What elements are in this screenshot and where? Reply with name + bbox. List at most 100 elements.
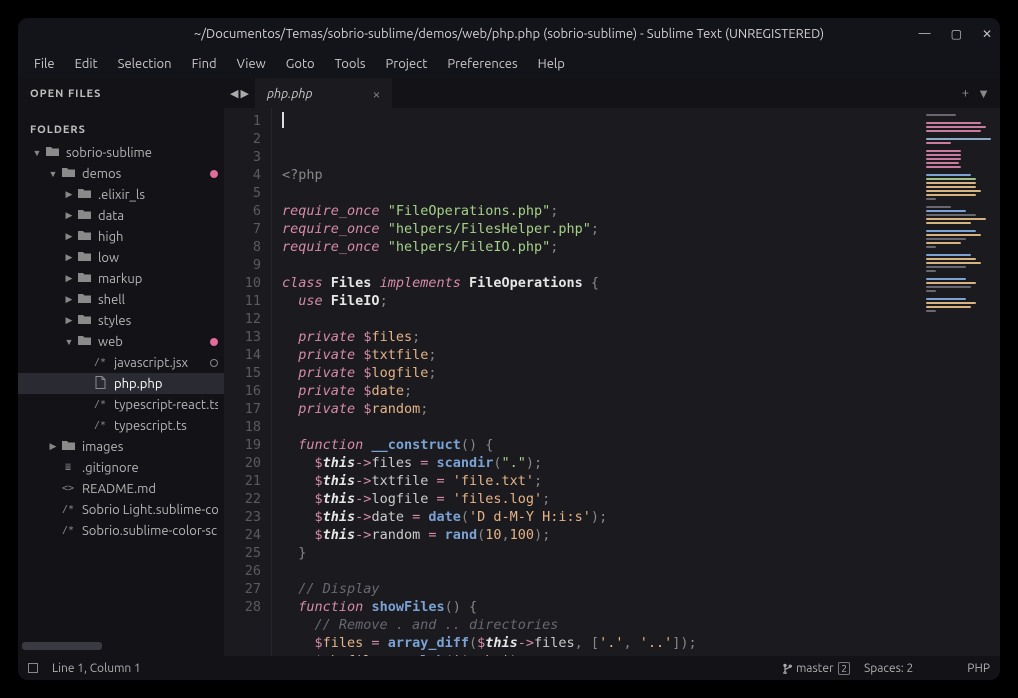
tree-item-label: sobrio-sublime bbox=[66, 146, 218, 160]
tree-item[interactable]: ≣.gitignore bbox=[18, 457, 224, 478]
tree-item[interactable]: ▶ shell bbox=[18, 289, 224, 310]
code-icon: /* bbox=[60, 525, 76, 536]
disclosure-arrow-icon[interactable]: ▶ bbox=[64, 252, 74, 263]
minimap-line bbox=[926, 178, 976, 180]
tree-item[interactable]: ▶markup bbox=[18, 268, 224, 289]
code-icon: /* bbox=[60, 504, 76, 515]
tree-item[interactable]: ▶data bbox=[18, 205, 224, 226]
code-icon: /* bbox=[92, 357, 108, 368]
menu-selection[interactable]: Selection bbox=[110, 53, 180, 75]
tree-item[interactable]: ▶.elixir_ls bbox=[18, 184, 224, 205]
folder-icon bbox=[76, 251, 92, 265]
tree-item[interactable]: ▶images bbox=[18, 436, 224, 457]
menubar: FileEditSelectionFindViewGotoToolsProjec… bbox=[18, 50, 1000, 78]
menu-help[interactable]: Help bbox=[530, 53, 573, 75]
tree-item[interactable]: ▼demos bbox=[18, 163, 224, 184]
code-line: function __construct() { bbox=[282, 436, 920, 454]
minimap-line bbox=[926, 126, 986, 128]
sidebar-hscroll-thumb[interactable] bbox=[22, 642, 102, 650]
minimap-line bbox=[926, 138, 991, 140]
tree-item[interactable]: /*Sobrio.sublime-color-sch bbox=[18, 520, 224, 541]
tree-item-label: low bbox=[98, 251, 218, 265]
code-line bbox=[282, 418, 920, 436]
status-position[interactable]: Line 1, Column 1 bbox=[52, 662, 141, 675]
tab-close-icon[interactable]: × bbox=[373, 86, 381, 102]
tab-prev-icon[interactable]: ◀ bbox=[230, 87, 238, 100]
titlebar: ~/Documentos/Temas/sobrio-sublime/demos/… bbox=[18, 18, 1000, 50]
code-line: private $logfile; bbox=[282, 364, 920, 382]
line-number: 19 bbox=[224, 436, 261, 454]
tab-label: php.php bbox=[267, 87, 313, 101]
editor: 1234567891011121314151617181920212223242… bbox=[224, 108, 1000, 656]
code-line: require_once "helpers/FileIO.php"; bbox=[282, 238, 920, 256]
disclosure-arrow-icon[interactable]: ▶ bbox=[64, 231, 74, 242]
tree-item-label: styles bbox=[98, 314, 218, 328]
minimap-line bbox=[926, 238, 966, 240]
disclosure-arrow-icon[interactable]: ▶ bbox=[64, 294, 74, 305]
status-spaces[interactable]: Spaces: 2 bbox=[864, 662, 913, 675]
code-line: require_once "helpers/FilesHelper.php"; bbox=[282, 220, 920, 238]
menu-goto[interactable]: Goto bbox=[278, 53, 323, 75]
tree-item[interactable]: ▶high bbox=[18, 226, 224, 247]
close-button[interactable]: ✕ bbox=[982, 27, 992, 41]
minimize-button[interactable]: — bbox=[919, 27, 931, 41]
disclosure-arrow-icon[interactable]: ▼ bbox=[48, 169, 58, 179]
menu-edit[interactable]: Edit bbox=[67, 53, 106, 75]
tree-item-label: shell bbox=[98, 293, 218, 307]
tree-item[interactable]: ▼web bbox=[18, 331, 224, 352]
file-icon bbox=[92, 376, 108, 392]
menu-view[interactable]: View bbox=[229, 53, 274, 75]
maximize-button[interactable]: ▢ bbox=[951, 27, 962, 41]
disclosure-arrow-icon[interactable]: ▼ bbox=[32, 148, 42, 158]
minimap-line bbox=[926, 158, 961, 160]
tree-item-label: .gitignore bbox=[82, 461, 218, 475]
menu-find[interactable]: Find bbox=[184, 53, 225, 75]
status-language[interactable]: PHP bbox=[967, 662, 990, 675]
code-line bbox=[282, 562, 920, 580]
tree-item[interactable]: /*typescript.ts bbox=[18, 415, 224, 436]
tree-item[interactable]: php.php bbox=[18, 373, 224, 394]
new-tab-icon[interactable]: + bbox=[962, 86, 969, 100]
tree-item[interactable]: ▶ styles bbox=[18, 310, 224, 331]
tree-item[interactable]: <>README.md bbox=[18, 478, 224, 499]
tree-item[interactable]: ▶ low bbox=[18, 247, 224, 268]
menu-tools[interactable]: Tools bbox=[327, 53, 374, 75]
menu-preferences[interactable]: Preferences bbox=[439, 53, 525, 75]
disclosure-arrow-icon[interactable]: ▶ bbox=[64, 189, 74, 200]
disclosure-arrow-icon[interactable]: ▼ bbox=[64, 337, 74, 347]
minimap-line bbox=[926, 254, 971, 256]
line-number: 24 bbox=[224, 526, 261, 544]
tab-dropdown-icon[interactable]: ▼ bbox=[977, 86, 990, 101]
tab-php[interactable]: php.php × bbox=[255, 78, 392, 108]
menu-project[interactable]: Project bbox=[378, 53, 436, 75]
sidebar-hscroll[interactable] bbox=[22, 642, 220, 652]
line-gutter: 1234567891011121314151617181920212223242… bbox=[224, 108, 272, 656]
code-line: $this->txtfile = 'file.txt'; bbox=[282, 472, 920, 490]
code-line: function showFiles() { bbox=[282, 598, 920, 616]
minimap-line bbox=[926, 166, 961, 168]
minimap-line bbox=[926, 234, 981, 236]
branch-name: master bbox=[796, 662, 834, 675]
menu-file[interactable]: File bbox=[26, 53, 63, 75]
panel-toggle-icon[interactable] bbox=[28, 663, 38, 673]
disclosure-arrow-icon[interactable]: ▶ bbox=[64, 315, 74, 326]
minimap-line bbox=[926, 182, 976, 184]
minimap-line bbox=[926, 222, 971, 224]
tree-item[interactable]: /*typescript-react.tsx bbox=[18, 394, 224, 415]
disclosure-arrow-icon[interactable]: ▶ bbox=[64, 210, 74, 221]
minimap-line bbox=[926, 206, 951, 208]
branch-count: 2 bbox=[838, 662, 850, 675]
disclosure-arrow-icon[interactable]: ▶ bbox=[48, 441, 58, 452]
tab-next-icon[interactable]: ▶ bbox=[240, 87, 248, 100]
code-area[interactable]: <?php require_once "FileOperations.php";… bbox=[272, 108, 920, 656]
disclosure-arrow-icon[interactable]: ▶ bbox=[64, 273, 74, 284]
status-branch[interactable]: master 2 bbox=[782, 662, 850, 675]
tree-item[interactable]: /*Sobrio Light.sublime-col bbox=[18, 499, 224, 520]
code-icon: /* bbox=[92, 420, 108, 431]
tree-item[interactable]: ▼ sobrio-sublime bbox=[18, 142, 224, 163]
dirty-indicator-icon bbox=[210, 170, 218, 178]
tree-item[interactable]: /*javascript.jsx bbox=[18, 352, 224, 373]
minimap[interactable] bbox=[920, 108, 1000, 656]
status-indicator-icon bbox=[210, 359, 218, 367]
folder-icon bbox=[76, 314, 92, 328]
